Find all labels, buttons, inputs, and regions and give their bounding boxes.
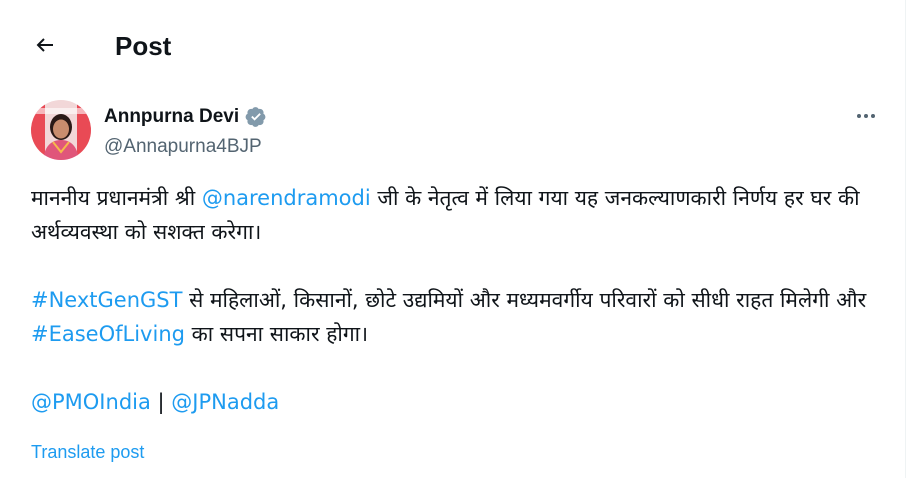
mention-link-jpnadda[interactable]: @JPNadda	[171, 390, 279, 414]
tweet-text-segment: का सपना साकार होगा।	[184, 322, 369, 346]
page-title: Post	[115, 31, 172, 61]
verified-badge-icon[interactable]	[245, 106, 267, 128]
translate-post-link[interactable]: Translate post	[31, 442, 144, 463]
author-handle[interactable]: @Annapurna4BJP	[104, 136, 267, 158]
mention-link-narendramodi[interactable]: @narendramodi	[202, 186, 371, 210]
tweet-paragraph-2: #NextGenGST से महिलाओं, किसानों, छोटे उद…	[31, 283, 881, 351]
post-page: Post Annpurna Devi @Annapurna4BJP माननीय…	[0, 0, 906, 478]
hashtag-link-nextgengst[interactable]: #NextGenGST	[31, 288, 182, 312]
hashtag-link-easeofliving[interactable]: #EaseOfLiving	[31, 322, 185, 346]
avatar[interactable]	[31, 100, 91, 160]
more-options-icon	[854, 104, 878, 133]
tweet-text-segment: से महिलाओं, किसानों, छोटे उद्यमियों और म…	[182, 288, 867, 312]
back-button[interactable]	[25, 27, 65, 67]
mention-separator: |	[150, 390, 172, 414]
tweet-paragraph-3: @PMOIndia | @JPNadda	[31, 385, 881, 419]
tweet-paragraph-1: माननीय प्रधानमंत्री श्री @narendramodi ज…	[31, 181, 881, 249]
arrow-left-icon	[33, 33, 57, 62]
post-header: Post	[0, 0, 906, 90]
mention-link-pmoindia[interactable]: @PMOIndia	[31, 390, 151, 414]
tweet-text-segment: माननीय प्रधानमंत्री श्री	[31, 186, 202, 210]
more-options-button[interactable]	[846, 100, 886, 136]
tweet-text: माननीय प्रधानमंत्री श्री @narendramodi ज…	[31, 181, 881, 419]
author-name[interactable]: Annpurna Devi	[104, 106, 239, 128]
author-block: Annpurna Devi @Annapurna4BJP	[104, 104, 267, 158]
